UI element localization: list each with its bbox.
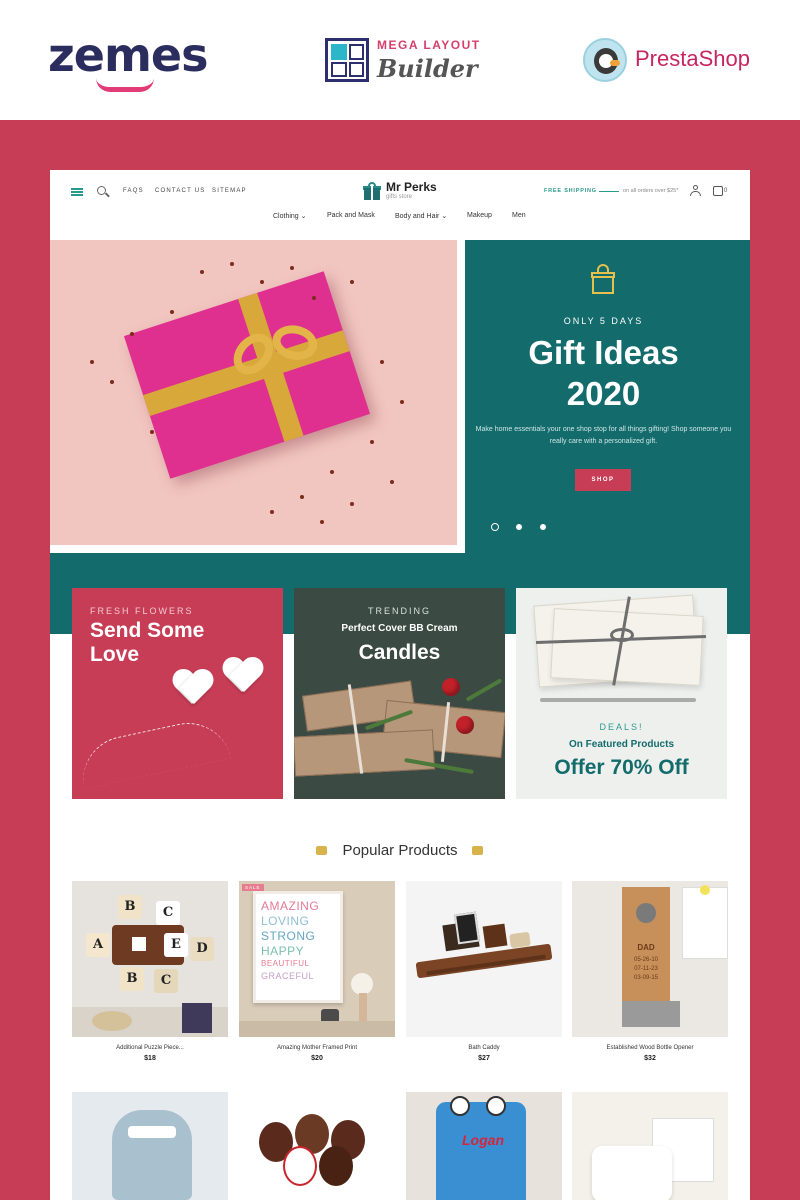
product-price: $27	[478, 1055, 490, 1062]
frame-word: LOVING	[261, 914, 310, 928]
shop-button[interactable]: SHOP	[575, 469, 631, 491]
cart-icon[interactable]	[713, 186, 723, 196]
section-title: Popular Products	[342, 842, 458, 859]
store-tagline: gifts store	[386, 194, 413, 200]
slider-dot-1[interactable]	[491, 523, 499, 531]
builder-logo-bottom: Builder	[377, 54, 478, 83]
puzzle-piece: D	[190, 937, 214, 961]
puzzle-piece: B	[120, 967, 144, 991]
shipping-divider	[599, 191, 619, 192]
store-name[interactable]: Mr Perks	[386, 180, 437, 194]
product-image[interactable]	[572, 1092, 728, 1200]
user-account-icon[interactable]	[690, 185, 701, 196]
hero-eyebrow: ONLY 5 DAYS	[563, 316, 644, 326]
product-image[interactable]	[239, 1092, 395, 1200]
sitemap-link[interactable]: SITEMAP	[212, 188, 247, 194]
faqs-link[interactable]: FAQS	[123, 188, 144, 194]
chevron-down-icon: ⌄	[441, 213, 448, 220]
promo-eyebrow: DEALS!	[599, 722, 644, 732]
product-image[interactable]	[406, 881, 562, 1037]
product-price: $32	[644, 1055, 656, 1062]
promo-eyebrow: TRENDING	[368, 606, 431, 616]
promo-eyebrow: FRESH FLOWERS	[90, 606, 194, 616]
product-image[interactable]: SALE AMAZING LOVING STRONG HAPPY BEAUTIF…	[239, 881, 395, 1037]
product-name[interactable]: Established Wood Bottle Opener	[572, 1045, 728, 1051]
puzzle-piece: C	[156, 901, 180, 925]
cart-count: 0	[724, 188, 728, 194]
slider-dot-2[interactable]	[516, 524, 522, 530]
heart-icon	[222, 658, 262, 698]
promo-subtitle: Perfect Cover BB Cream	[341, 623, 458, 634]
product-image[interactable]: Logan	[406, 1092, 562, 1200]
product-image[interactable]: B C A E D B C	[72, 881, 228, 1037]
nav-item-pack-and-mask[interactable]: Pack and Mask	[327, 212, 375, 219]
frame-word: STRONG	[261, 929, 316, 943]
hero-title-line-1: Gift Ideas	[528, 334, 679, 371]
builder-logo-top: MEGA LAYOUT	[377, 38, 481, 52]
hero-gift-image	[50, 240, 465, 553]
pink-gift-box	[123, 271, 371, 479]
opener-text: 03-09-15	[633, 975, 659, 981]
hero-description: Make home essentials your one shop stop …	[475, 426, 732, 445]
frame-word: AMAZING	[261, 899, 320, 913]
opener-text: 05-26-10	[633, 957, 659, 963]
promo-deals[interactable]: DEALS! On Featured Products Offer 70% Of…	[516, 588, 727, 799]
puzzle-piece: C	[154, 969, 178, 993]
nav-item-label: Clothing	[273, 213, 299, 220]
free-shipping-label: FREE SHIPPING	[544, 188, 597, 194]
gift-icon	[472, 846, 483, 855]
product-price: $20	[311, 1055, 323, 1062]
opener-text: DAD	[637, 943, 655, 952]
puzzle-piece: B	[118, 895, 142, 919]
frame-word: GRACEFUL	[261, 971, 315, 981]
product-image[interactable]	[72, 1092, 228, 1200]
hamburger-menu-icon[interactable]	[71, 188, 83, 196]
store-page: FAQS CONTACT US SITEMAP Mr Perks gifts s…	[50, 170, 750, 1200]
promo-send-love[interactable]: FRESH FLOWERS Send Some Love	[72, 588, 283, 799]
zemes-logo-smile	[96, 78, 154, 92]
product-personalized-text: Logan	[462, 1132, 504, 1148]
promo-title-line-1: Send Some	[90, 619, 205, 642]
puzzle-piece: A	[86, 933, 110, 957]
hero-title-line-2: 2020	[566, 375, 641, 412]
nav-item-label: Body and Hair	[395, 213, 440, 220]
puzzle-piece: E	[164, 933, 188, 957]
contact-us-link[interactable]: CONTACT US	[155, 188, 205, 194]
promo-candles[interactable]: TRENDING Perfect Cover BB Cream Candles	[294, 588, 505, 799]
frame-word: BEAUTIFUL	[261, 959, 310, 968]
search-icon[interactable]	[97, 186, 106, 195]
zemes-logo[interactable]: zemes	[48, 28, 208, 82]
gift-icon	[591, 264, 615, 296]
chevron-down-icon: ⌄	[300, 213, 307, 220]
promo-title: Candles	[358, 641, 441, 664]
gift-logo-icon[interactable]	[363, 182, 381, 200]
heart-icon	[172, 670, 212, 710]
vendor-banner: zemes MEGA LAYOUT Builder PrestaShop	[0, 0, 800, 120]
hero-title: Gift Ideas 2020	[457, 332, 750, 414]
nav-item-body-and-hair[interactable]: Body and Hair ⌄	[395, 212, 447, 220]
prestashop-wordmark: PrestaShop	[635, 46, 750, 71]
grid-icon	[325, 38, 369, 82]
promo-title: Offer 70% Off	[554, 756, 689, 779]
product-image[interactable]: DAD 05-26-10 07-11-23 03-09-15	[572, 881, 728, 1037]
product-name[interactable]: Additional Puzzle Piece...	[72, 1045, 228, 1051]
nav-item-makeup[interactable]: Makeup	[467, 212, 492, 219]
nav-item-clothing[interactable]: Clothing ⌄	[273, 212, 307, 220]
slider-dot-3[interactable]	[540, 524, 546, 530]
dashed-string	[75, 714, 231, 790]
nav-item-men[interactable]: Men	[512, 212, 526, 219]
frame-word: HAPPY	[261, 944, 305, 958]
sale-badge: SALE	[242, 884, 264, 891]
product-name[interactable]: Amazing Mother Framed Print	[239, 1045, 395, 1051]
penguin-icon	[583, 38, 627, 82]
product-price: $18	[144, 1055, 156, 1062]
product-name[interactable]: Bath Caddy	[406, 1045, 562, 1051]
shipping-note: on all orders over $25*	[623, 188, 679, 194]
opener-text: 07-11-23	[634, 966, 658, 972]
promo-subtitle: On Featured Products	[568, 739, 674, 750]
promo-title-line-2: Love	[90, 643, 140, 666]
